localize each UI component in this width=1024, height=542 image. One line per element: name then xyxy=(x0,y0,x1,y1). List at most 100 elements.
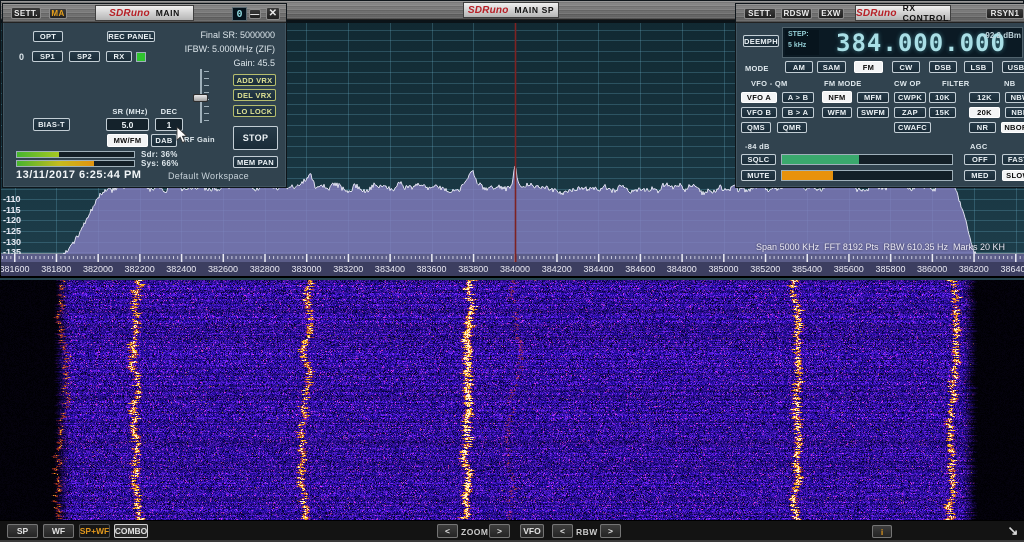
bias-t-button[interactable]: BIAS-T xyxy=(33,118,70,131)
wf-view-button[interactable]: WF xyxy=(43,524,74,538)
add-vrx-button[interactable]: ADD VRX xyxy=(233,74,276,86)
rec-panel-button[interactable]: REC PANEL xyxy=(107,31,155,42)
mode-usb-button[interactable]: USB xyxy=(1002,61,1024,73)
mode-am-button[interactable]: AM xyxy=(785,61,813,73)
vfo-qm-group-label: VFO - QM xyxy=(751,79,788,88)
datetime-text: 13/11/2017 6:25:44 PM xyxy=(16,169,141,181)
filter-10k-button[interactable]: 10K xyxy=(929,92,956,103)
sr-value-box[interactable]: 5.0 xyxy=(106,118,149,131)
qmr-button[interactable]: QMR xyxy=(777,122,807,133)
vrx-number: 0 xyxy=(19,52,24,62)
b-to-a-button[interactable]: B > A xyxy=(782,107,814,118)
exw-button[interactable]: EXW xyxy=(818,8,844,19)
stop-button[interactable]: STOP xyxy=(233,126,278,150)
sp2-button[interactable]: SP2 xyxy=(69,51,100,62)
step-value: 5 kHz xyxy=(788,41,819,52)
mode-label: MODE xyxy=(745,64,769,73)
agc-med-button[interactable]: MED xyxy=(964,170,996,181)
main-titlebar[interactable]: SETT. MA SDRuno MAIN 0 — ✕ xyxy=(3,4,286,23)
mw-fm-button[interactable]: MW/FM xyxy=(107,134,148,147)
agc-slow-button[interactable]: SLOW xyxy=(1002,170,1024,181)
mute-button[interactable]: MUTE xyxy=(741,170,776,181)
zoom-label: ZOOM xyxy=(461,527,489,537)
rx-titlebar[interactable]: SETT. RDSW EXW SDRuno RX CONTROL RSYN1 xyxy=(736,4,1024,23)
filter-15k-button[interactable]: 15K xyxy=(929,107,956,118)
rx-active-indicator xyxy=(136,52,146,62)
vfo-b-button[interactable]: VFO B xyxy=(741,107,777,118)
sdruno-logo: SDRuno xyxy=(468,5,509,16)
cwpk-button[interactable]: CWPK xyxy=(894,92,926,103)
waterfall-display[interactable] xyxy=(0,278,1024,520)
agc-label: AGC xyxy=(970,142,988,151)
sp-view-button[interactable]: SP xyxy=(7,524,38,538)
vfo-button[interactable]: VFO xyxy=(520,524,544,538)
sdr-usage-label: Sdr: 36% xyxy=(141,150,178,159)
nbw-button[interactable]: NBW xyxy=(1005,92,1024,103)
combo-view-button[interactable]: COMBO xyxy=(114,524,148,538)
mode-cw-button[interactable]: CW xyxy=(892,61,920,73)
vfo-a-button[interactable]: VFO A xyxy=(741,92,777,103)
nboff-button[interactable]: NBOFF xyxy=(1001,122,1024,133)
nbn-button[interactable]: NBN xyxy=(1005,107,1024,118)
rf-gain-slider-handle[interactable] xyxy=(193,94,208,102)
bottom-toolbar: SP WF SP+WF COMBO < ZOOM > VFO < RBW > i… xyxy=(0,520,1024,542)
mode-dsb-button[interactable]: DSB xyxy=(929,61,957,73)
mfm-button[interactable]: MFM xyxy=(857,92,889,103)
sdruno-app: { "main_window": { "sett": "SETT.", "ma"… xyxy=(0,0,1024,542)
agc-fast-button[interactable]: FAST xyxy=(1002,154,1024,165)
main-title-plate: SDRuno MAIN xyxy=(95,5,194,21)
sqlc-button[interactable]: SQLC xyxy=(741,154,776,165)
info-button[interactable]: i xyxy=(872,525,892,538)
sp1-button[interactable]: SP1 xyxy=(32,51,63,62)
close-button[interactable]: ✕ xyxy=(266,7,280,20)
rx-settings-button[interactable]: SETT. xyxy=(744,8,776,19)
deemph-button[interactable]: DEEMPH xyxy=(743,35,779,47)
mode-fm-button[interactable]: FM xyxy=(854,61,883,73)
rsyn1-button[interactable]: RSYN1 xyxy=(986,8,1024,19)
opt-button[interactable]: OPT xyxy=(33,31,63,42)
ifbw-value: IFBW: 5.000MHz (ZIF) xyxy=(163,44,275,54)
dab-button[interactable]: DAB xyxy=(151,134,177,147)
a-to-b-button[interactable]: A > B xyxy=(782,92,814,103)
minimize-button[interactable]: — xyxy=(249,9,261,19)
sys-usage-fill xyxy=(17,161,94,166)
swfm-button[interactable]: SWFM xyxy=(857,107,889,118)
sys-usage-label: Sys: 66% xyxy=(141,159,179,168)
filter-20k-button[interactable]: 20K xyxy=(969,107,1000,118)
nfm-button[interactable]: NFM xyxy=(822,91,852,103)
del-vrx-button[interactable]: DEL VRX xyxy=(233,89,276,101)
step-box[interactable]: STEP: 5 kHz xyxy=(785,30,819,55)
rbw-down-button[interactable]: < xyxy=(552,524,573,538)
agc-off-button[interactable]: OFF xyxy=(964,154,996,165)
zoom-out-button[interactable]: < xyxy=(437,524,458,538)
wfm-button[interactable]: WFM xyxy=(822,107,852,118)
mem-pan-button[interactable]: MEM PAN xyxy=(233,156,278,168)
rbw-up-button[interactable]: > xyxy=(600,524,621,538)
cwafc-button[interactable]: CWAFC xyxy=(894,122,931,133)
resize-grip-icon[interactable]: ↘ xyxy=(1004,522,1022,540)
mouse-cursor xyxy=(176,126,188,144)
gain-value: Gain: 45.5 xyxy=(163,58,275,68)
volume-fill xyxy=(782,171,833,180)
zap-button[interactable]: ZAP xyxy=(894,107,926,118)
squelch-bar[interactable] xyxy=(781,154,953,165)
filter-12k-button[interactable]: 12K xyxy=(969,92,1000,103)
sys-usage-bar xyxy=(16,160,135,167)
sr-label: SR (MHz) xyxy=(110,107,150,116)
sp-wf-view-button[interactable]: SP+WF xyxy=(79,524,110,538)
spectrum-status-text: Span 5000 KHz FFT 8192 Pts RBW 610.35 Hz… xyxy=(756,242,1005,252)
nr-button[interactable]: NR xyxy=(969,122,996,133)
main-sp-title: MAIN SP xyxy=(515,5,555,15)
rx-button[interactable]: RX xyxy=(106,51,132,62)
main-settings-button[interactable]: SETT. xyxy=(11,7,41,19)
volume-bar[interactable] xyxy=(781,170,953,181)
squelch-level-label: -84 dB xyxy=(745,142,770,151)
mode-lsb-button[interactable]: LSB xyxy=(964,61,993,73)
lo-lock-button[interactable]: LO LOCK xyxy=(233,105,276,117)
rdsw-button[interactable]: RDSW xyxy=(781,8,812,19)
qms-button[interactable]: QMS xyxy=(741,122,771,133)
main-ma-button[interactable]: MA xyxy=(49,8,67,19)
mode-sam-button[interactable]: SAM xyxy=(817,61,846,73)
workspace-name: Default Workspace xyxy=(168,171,249,181)
zoom-in-button[interactable]: > xyxy=(489,524,510,538)
